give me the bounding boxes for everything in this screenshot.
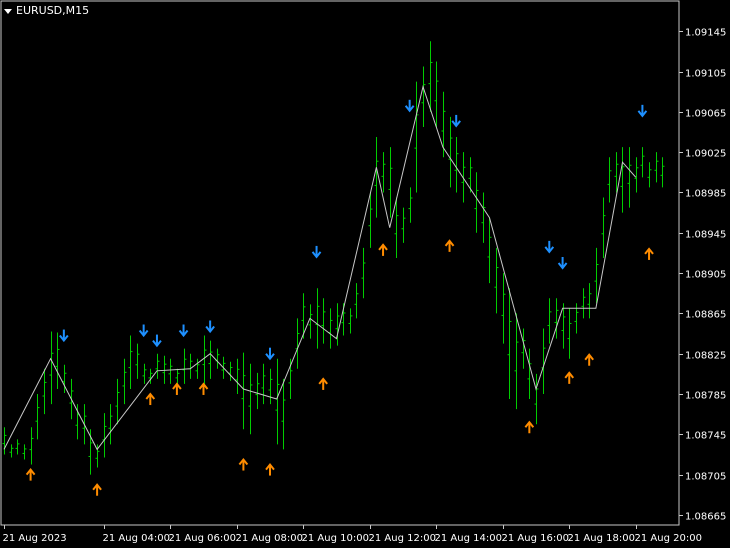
x-tick-label: 21 Aug 12:00 [369, 533, 436, 544]
y-tick-label: 1.08865 [685, 310, 726, 321]
symbol-title[interactable]: EURUSD,M15 [4, 4, 89, 17]
triangle-down-icon[interactable] [4, 8, 12, 14]
y-tick-label: 1.09065 [685, 109, 726, 120]
x-tick-label: 21 Aug 20:00 [635, 533, 702, 544]
y-tick-label: 1.08985 [685, 189, 726, 200]
y-tick-label: 1.09105 [685, 69, 726, 80]
y-tick-label: 1.08745 [685, 431, 726, 442]
symbol-timeframe-label: EURUSD,M15 [16, 4, 90, 17]
x-tick-label: 21 Aug 16:00 [502, 533, 569, 544]
y-tick-label: 1.09025 [685, 149, 726, 160]
y-tick-label: 1.08665 [685, 512, 726, 523]
x-tick-label: 21 Aug 08:00 [236, 533, 303, 544]
price-chart[interactable]: 1.09145 1.09105 1.09065 1.09025 1.08985 1.089… [0, 0, 730, 548]
y-tick-label: 1.08705 [685, 472, 726, 483]
x-tick-label: 21 Aug 06:00 [169, 533, 236, 544]
chart-background [0, 0, 730, 548]
y-tick-label: 1.08825 [685, 351, 726, 362]
x-tick-label: 21 Aug 10:00 [302, 533, 369, 544]
y-tick-label: 1.08905 [685, 270, 726, 281]
x-tick-label: 21 Aug 18:00 [568, 533, 635, 544]
x-tick-label: 21 Aug 14:00 [435, 533, 502, 544]
y-tick-label: 1.08785 [685, 391, 726, 402]
y-tick-label: 1.09145 [685, 28, 726, 39]
x-tick-label: 21 Aug 2023 [3, 533, 67, 544]
x-tick-label: 21 Aug 04:00 [103, 533, 170, 544]
y-tick-label: 1.08945 [685, 230, 726, 241]
